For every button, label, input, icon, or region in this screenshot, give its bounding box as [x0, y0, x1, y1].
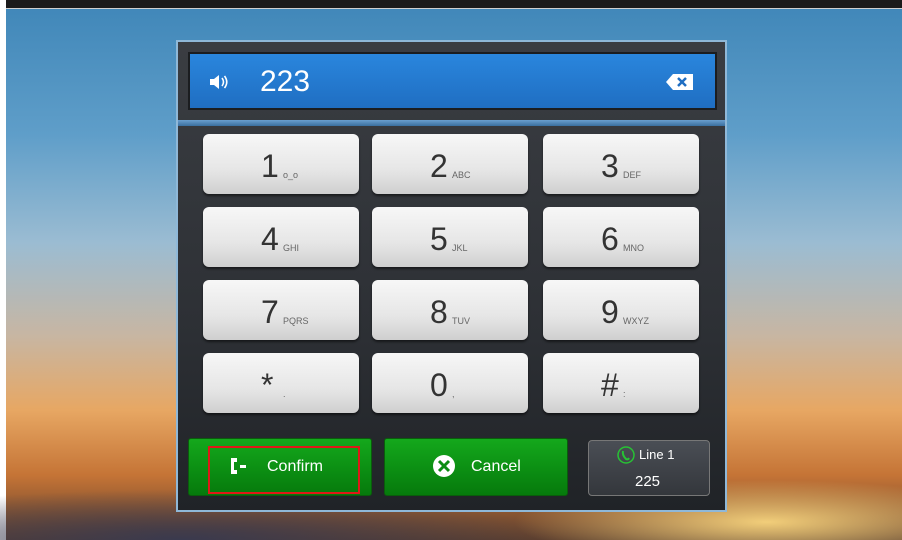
cancel-icon [431, 453, 457, 484]
key-digit: 1 [261, 148, 279, 184]
key-letters: : [623, 389, 626, 399]
key-digit: # [601, 367, 619, 403]
key-digit: 4 [261, 221, 279, 257]
backspace-icon[interactable] [665, 72, 695, 92]
key-digit: 9 [601, 294, 619, 330]
key-6[interactable]: 6 MNO [543, 207, 699, 267]
line-label: Line 1 [639, 447, 675, 462]
key-letters: DEF [623, 170, 641, 180]
phone-icon [617, 446, 635, 469]
key-8[interactable]: 8 TUV [372, 280, 528, 340]
key-3[interactable]: 3 DEF [543, 134, 699, 194]
key-7[interactable]: 7 PQRS [203, 280, 359, 340]
key-letters: GHI [283, 243, 300, 253]
key-5[interactable]: 5 JKL [372, 207, 528, 267]
cancel-label: Cancel [471, 458, 521, 475]
key-letters: TUV [452, 316, 470, 326]
cancel-button[interactable]: Cancel [384, 438, 568, 496]
key-digit: * [261, 367, 274, 403]
key-hash[interactable]: # : [543, 353, 699, 413]
speaker-icon[interactable] [208, 72, 230, 97]
key-letters: ABC [452, 170, 471, 180]
dialed-number: 223 [260, 65, 311, 98]
dialpad-panel: 223 1 o_o 2 ABC 3 DEF 4 GHI 5 JKL 6 MNO … [176, 40, 727, 512]
top-bar [0, 0, 902, 9]
separator [178, 120, 725, 126]
key-2[interactable]: 2 ABC [372, 134, 528, 194]
line-indicator[interactable]: Line 1 225 [588, 440, 710, 496]
action-bar: Confirm Cancel Line 1 225 [178, 434, 725, 512]
key-letters: PQRS [283, 316, 309, 326]
line-number: 225 [635, 473, 661, 490]
key-letters: . [283, 389, 286, 399]
key-digit: 0 [430, 367, 448, 403]
key-star[interactable]: * . [203, 353, 359, 413]
key-letters: MNO [623, 243, 644, 253]
key-digit: 7 [261, 294, 279, 330]
number-display: 223 [188, 52, 717, 110]
key-4[interactable]: 4 GHI [203, 207, 359, 267]
selection-highlight [208, 446, 360, 494]
key-letters: WXYZ [623, 316, 649, 326]
key-digit: 3 [601, 148, 619, 184]
key-letters: JKL [452, 243, 468, 253]
key-digit: 6 [601, 221, 619, 257]
key-digit: 2 [430, 148, 448, 184]
key-0[interactable]: 0 , [372, 353, 528, 413]
key-letters: o_o [283, 170, 299, 180]
key-digit: 8 [430, 294, 448, 330]
key-letters: , [452, 389, 455, 399]
key-9[interactable]: 9 WXYZ [543, 280, 699, 340]
key-1[interactable]: 1 o_o [203, 134, 359, 194]
key-digit: 5 [430, 221, 448, 257]
